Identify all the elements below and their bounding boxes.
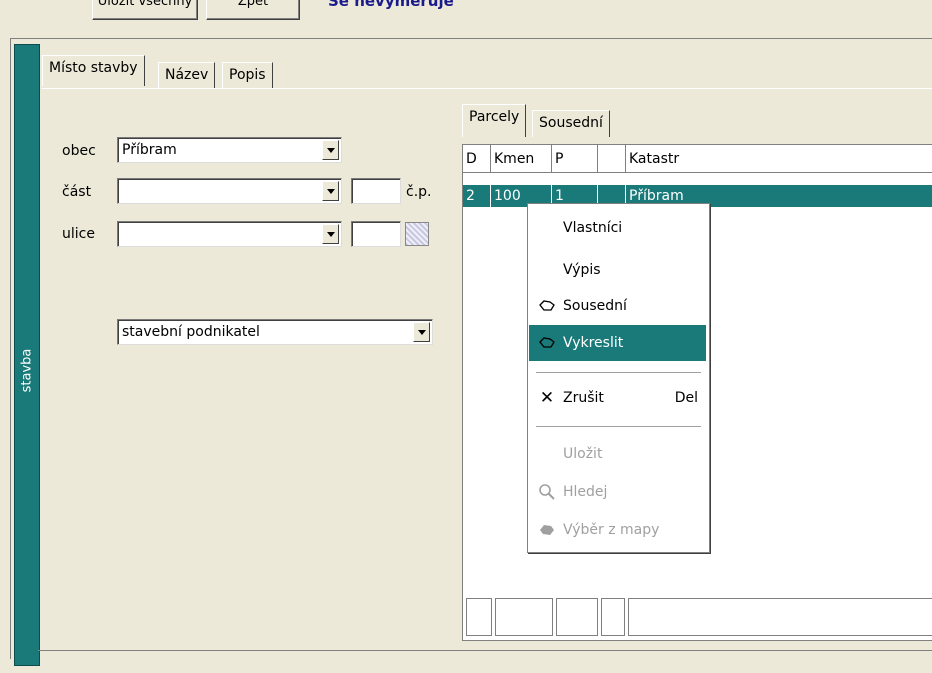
role-value: stavební podnikatel: [122, 324, 260, 340]
footer-cell: [601, 598, 625, 636]
cell-d: 2: [463, 185, 491, 207]
parcel-outline-icon: [537, 288, 557, 324]
back-button[interactable]: Zpět: [206, 0, 300, 20]
menu-item-shortcut: Del: [674, 390, 698, 406]
menu-item-vlastnici[interactable]: Vlastníci: [529, 210, 706, 246]
menu-item-sousedni[interactable]: Sousední: [529, 288, 706, 324]
role-combo[interactable]: stavební podnikatel: [117, 319, 433, 345]
tab-label: Parcely: [469, 109, 520, 125]
save-all-button[interactable]: Uložit všechny: [92, 0, 198, 20]
cp-label: č.p.: [406, 184, 432, 200]
sidebar-stavba[interactable]: stavba: [14, 44, 40, 666]
bottom-divider: [38, 650, 932, 651]
save-all-button-label: Uložit všechny: [97, 0, 193, 9]
ulice-number-field[interactable]: [351, 221, 401, 247]
grid-header-d[interactable]: D: [463, 145, 491, 173]
menu-item-label: Sousední: [563, 298, 627, 314]
cast-label: část: [62, 184, 92, 200]
ulice-label: ulice: [62, 226, 95, 242]
grid-header-blank[interactable]: [598, 145, 626, 173]
back-button-label: Zpět: [237, 0, 269, 9]
chevron-down-icon[interactable]: [322, 181, 339, 201]
tab-parcely[interactable]: Parcely: [462, 104, 527, 137]
menu-item-label: Zrušit: [563, 390, 604, 406]
sidebar-label: stavba: [19, 348, 35, 393]
pattern-icon[interactable]: [405, 222, 429, 246]
obec-combo[interactable]: Příbram: [117, 137, 342, 163]
tab-popis[interactable]: Popis: [222, 62, 273, 89]
tab-label: Sousední: [539, 115, 603, 131]
grid-header-p[interactable]: P: [552, 145, 598, 173]
menu-item-label: Hledej: [563, 484, 608, 500]
menu-item-label: Vykreslit: [563, 335, 624, 351]
tab-label: Místo stavby: [49, 60, 138, 76]
menu-item-label: Výpis: [563, 262, 601, 278]
parcel-outline-icon: [537, 325, 557, 361]
menu-item-ulozit[interactable]: Uložit: [529, 436, 706, 472]
cast-combo[interactable]: [117, 178, 342, 204]
menu-separator: [536, 426, 701, 427]
ulice-combo[interactable]: [117, 221, 342, 247]
tab-nazev[interactable]: Název: [158, 62, 216, 89]
footer-cell: [495, 598, 553, 636]
map-pick-icon: [537, 512, 557, 548]
menu-item-vykreslit[interactable]: Vykreslit: [529, 325, 706, 361]
tab-label: Název: [165, 67, 209, 83]
context-menu[interactable]: Vlastníci Výpis Sousední Vykreslit ✕ Zru…: [527, 203, 710, 553]
close-icon: ✕: [539, 388, 555, 408]
tab-misto-stavby[interactable]: Místo stavby: [42, 55, 145, 86]
menu-separator: [536, 372, 701, 373]
grid-header-kmen[interactable]: Kmen: [491, 145, 552, 173]
footer-cell: [466, 598, 492, 636]
menu-item-vyber-z-mapy[interactable]: Výběr z mapy: [529, 512, 706, 548]
menu-item-label: Výběr z mapy: [563, 522, 660, 538]
status-text: Se nevyměřuje: [328, 0, 454, 10]
grid-header-katastr[interactable]: Katastr: [626, 145, 932, 173]
chevron-down-icon[interactable]: [413, 322, 430, 342]
tab-label: Popis: [229, 67, 266, 83]
chevron-down-icon[interactable]: [322, 224, 339, 244]
footer-cell: [556, 598, 598, 636]
footer-cell: [628, 598, 932, 636]
tab-panel-border: [42, 88, 932, 89]
menu-item-label: Vlastníci: [563, 220, 623, 236]
menu-item-label: Uložit: [563, 446, 603, 462]
menu-item-vypis[interactable]: Výpis: [529, 252, 706, 288]
cp-field[interactable]: [351, 178, 401, 204]
magnifier-icon: [537, 474, 557, 510]
menu-item-zrusit[interactable]: ✕ Zrušit Del: [529, 380, 706, 416]
chevron-down-icon[interactable]: [322, 140, 339, 160]
tab-sousedni[interactable]: Sousední: [532, 110, 610, 137]
obec-label: obec: [62, 143, 96, 159]
menu-item-hledej[interactable]: Hledej: [529, 474, 706, 510]
obec-value: Příbram: [122, 142, 177, 158]
